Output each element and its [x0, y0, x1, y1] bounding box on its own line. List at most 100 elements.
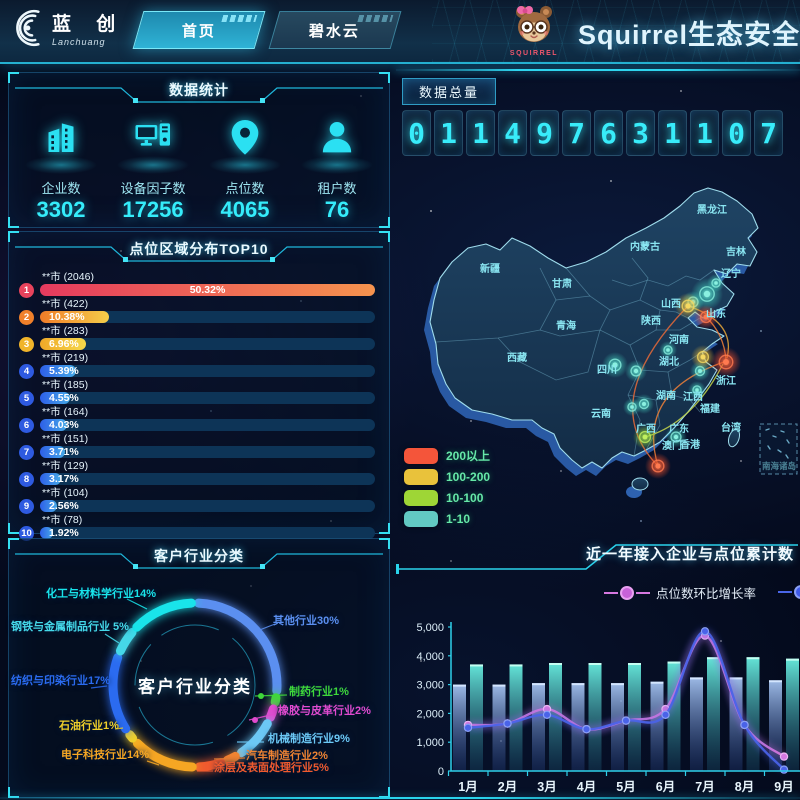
legend-item: 200以上	[404, 447, 490, 464]
top10-row[interactable]: **市 (283)36.96%	[19, 325, 375, 350]
bar[interactable]	[628, 663, 641, 771]
footer-line	[0, 797, 800, 799]
top10-row-label: **市 (78)	[19, 514, 375, 526]
bar[interactable]	[690, 677, 703, 771]
panel-corner	[8, 217, 19, 228]
top10-row[interactable]: **市 (422)210.38%	[19, 298, 375, 323]
data-point[interactable]	[741, 721, 748, 728]
stat-enterprises[interactable]: 企业数 3302	[17, 113, 105, 223]
stat-device-factors[interactable]: 设备因子数 17256	[109, 113, 197, 223]
donut-center-label: 客户行业分类	[138, 673, 252, 698]
data-total-badge: 数据总量	[402, 78, 496, 105]
trend-combo-chart[interactable]: 01,0002,0003,0004,0005,0001月2月3月4月5月6月7月…	[396, 611, 800, 799]
top10-panel-header: 点位区域分布TOP10	[9, 232, 389, 268]
dashboard-root: 蓝 创 Lanchuang 首页 碧水云	[0, 0, 800, 800]
donut-segment[interactable]	[120, 633, 132, 651]
data-point[interactable]	[583, 726, 590, 733]
bar[interactable]	[786, 659, 799, 771]
bar[interactable]	[707, 657, 720, 771]
icon-glow-stage	[209, 156, 281, 174]
donut-segment[interactable]	[130, 735, 133, 738]
top10-row-label: **市 (283)	[19, 325, 375, 337]
data-point[interactable]	[701, 628, 708, 635]
device-icon	[133, 117, 173, 157]
x-tick-label: 9月	[774, 780, 793, 794]
donut-segment[interactable]	[275, 698, 276, 702]
top10-row[interactable]: **市 (78)101.92%	[19, 514, 375, 539]
bar[interactable]	[651, 682, 664, 771]
province-label: 广东	[669, 422, 689, 435]
top10-row[interactable]: **市 (2046)150.32%	[19, 271, 375, 296]
data-point[interactable]	[543, 711, 550, 718]
top10-row[interactable]: **市 (129)83.17%	[19, 460, 375, 485]
x-tick-label: 1月	[458, 780, 477, 794]
counter-digit: 4	[498, 110, 527, 156]
bar[interactable]	[493, 685, 506, 771]
bar[interactable]	[532, 683, 545, 771]
bar-track: 4.03%	[40, 419, 375, 431]
donut-label: 石油行业1%	[59, 717, 119, 733]
province-label: 四川	[597, 364, 617, 376]
province-label: 湖南	[656, 389, 676, 402]
data-point[interactable]	[622, 717, 629, 724]
trend-panel: 近一年接入企业与点位累计数 点位数环比增长率 01,0002,0003,0004…	[396, 537, 800, 796]
province-label: 台湾	[721, 421, 741, 434]
legend-dot-icon	[620, 586, 634, 600]
top10-row[interactable]: **市 (151)73.71%	[19, 433, 375, 458]
top10-row-label: **市 (164)	[19, 406, 375, 418]
rank-badge: 9	[19, 499, 34, 514]
counter-digit: 9	[530, 110, 559, 156]
stat-value: 17256	[109, 197, 197, 223]
province-label: 澳门	[662, 439, 682, 452]
counter-digit: 0	[722, 110, 751, 156]
top10-row[interactable]: **市 (104)92.56%	[19, 487, 375, 512]
data-point[interactable]	[464, 724, 471, 731]
data-point[interactable]	[662, 711, 669, 718]
top10-row[interactable]: **市 (164)64.03%	[19, 406, 375, 431]
bar-track: 10.38%	[40, 311, 375, 323]
donut-segment[interactable]	[137, 603, 192, 627]
stat-tenants[interactable]: 租户数 76	[293, 113, 381, 223]
stats-row: 企业数 3302 设备因子数 17256	[9, 109, 389, 223]
logo[interactable]: 蓝 创 Lanchuang	[10, 7, 125, 49]
stat-points[interactable]: 点位数 4065	[201, 113, 289, 223]
bar-percent: 10.38%	[49, 311, 85, 323]
top10-row-bar: 150.32%	[19, 284, 375, 296]
stats-panel: 数据统计 企业数 3302	[8, 72, 390, 228]
bar-percent: 3.71%	[49, 446, 79, 458]
data-point[interactable]	[504, 720, 511, 727]
counter-digit: 1	[658, 110, 687, 156]
top10-row-bar: 9 2.56%	[19, 500, 375, 512]
stat-value: 3302	[17, 197, 105, 223]
bar[interactable]	[589, 663, 602, 771]
stat-label: 企业数	[17, 178, 105, 197]
bar-percent: 4.55%	[49, 392, 79, 404]
user-icon	[317, 117, 357, 157]
bar[interactable]	[611, 683, 624, 771]
top10-row[interactable]: **市 (219)45.39%	[19, 352, 375, 377]
bar[interactable]	[668, 662, 681, 771]
legend-item: 1-10	[404, 511, 490, 527]
data-point[interactable]	[780, 753, 787, 760]
bar[interactable]	[747, 657, 760, 771]
top10-row[interactable]: **市 (185)54.55%	[19, 379, 375, 404]
trend-legend-label: 点位数环比增长率	[656, 583, 756, 602]
province-label: 山东	[706, 307, 726, 320]
panel-corner	[379, 217, 390, 228]
donut-segment[interactable]	[270, 709, 273, 717]
location-pin-icon	[225, 117, 265, 157]
stat-value: 76	[293, 197, 381, 223]
province-label: 香港	[680, 438, 701, 451]
trend-legend-partial[interactable]	[778, 585, 800, 599]
bar-track: 2.56%	[40, 500, 375, 512]
trend-panel-title: 近一年接入企业与点位累计数	[586, 543, 794, 564]
x-tick-label: 4月	[577, 780, 596, 794]
stat-label: 点位数	[201, 178, 289, 197]
tab-home[interactable]: 首页	[133, 11, 266, 49]
counter-digit: 6	[594, 110, 623, 156]
bar[interactable]	[470, 664, 483, 771]
tab-bishuiyun[interactable]: 碧水云	[269, 11, 402, 49]
data-point[interactable]	[780, 766, 787, 773]
stats-panel-header: 数据统计	[9, 73, 389, 109]
trend-legend[interactable]: 点位数环比增长率	[604, 583, 764, 602]
